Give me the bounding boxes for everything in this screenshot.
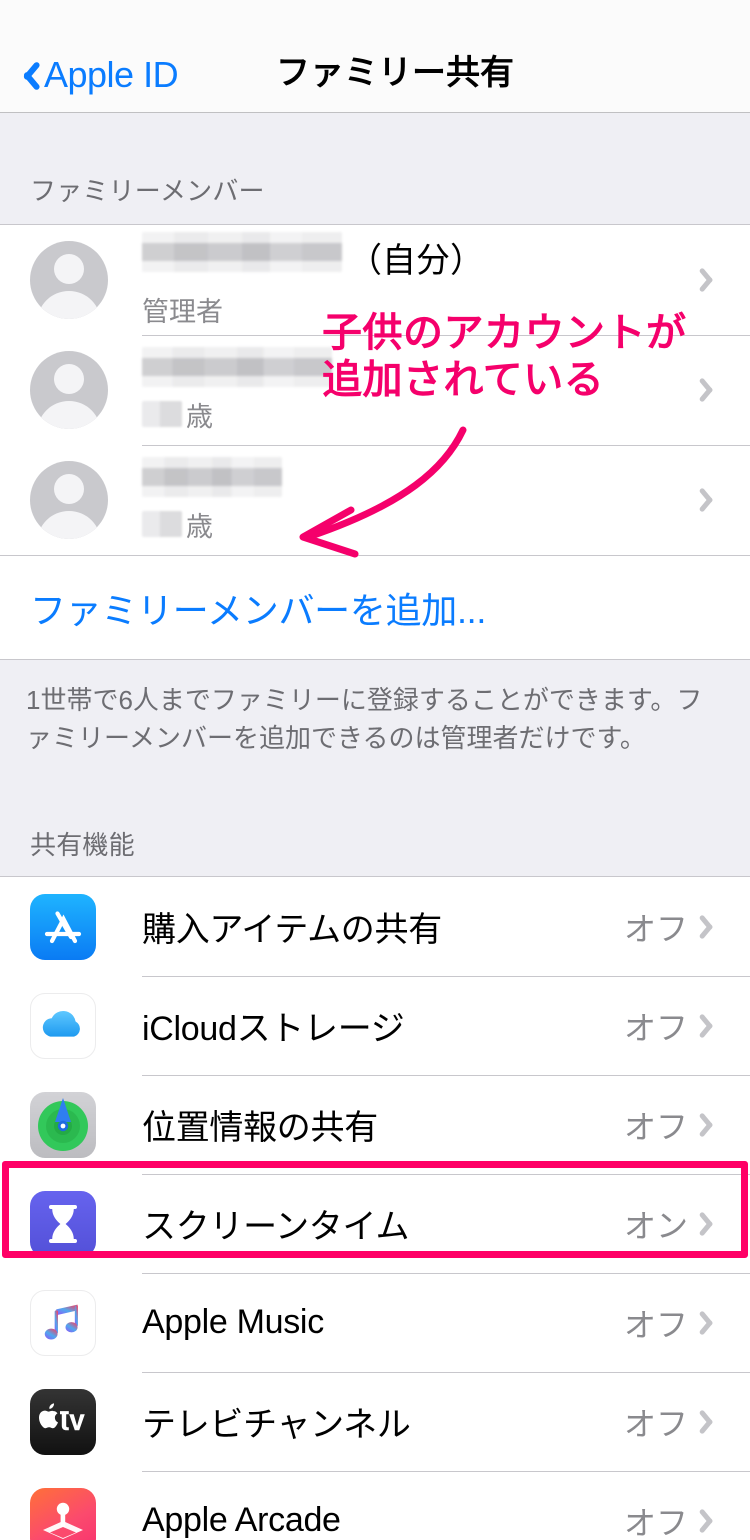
avatar bbox=[30, 241, 108, 319]
chevron-right-icon bbox=[705, 1110, 722, 1140]
row-apple-music[interactable]: Apple Music オフ bbox=[0, 1273, 750, 1373]
avatar-head-shape bbox=[54, 254, 84, 284]
apple-arcade-icon bbox=[30, 1487, 96, 1540]
row-label: iCloudストレージ bbox=[142, 1010, 405, 1049]
apple-tv-icon bbox=[30, 1388, 96, 1455]
row-icloud-storage[interactable]: iCloudストレージ オフ bbox=[0, 976, 750, 1076]
screen-time-icon bbox=[30, 1190, 96, 1257]
shared-features-list: 購入アイテムの共有 オフ iCloudストレージ オフ 位置情報の共有 オフ ス… bbox=[0, 876, 750, 1540]
row-value: オフ bbox=[623, 1405, 688, 1442]
chevron-right-icon bbox=[705, 1011, 722, 1041]
row-label: 購入アイテムの共有 bbox=[142, 911, 442, 950]
redacted-name bbox=[142, 346, 332, 387]
icloud-icon bbox=[30, 992, 96, 1059]
row-value: オフ bbox=[623, 1306, 688, 1343]
avatar-body-shape bbox=[37, 291, 101, 319]
row-value: オン bbox=[623, 1207, 688, 1244]
annotation-arrow bbox=[299, 426, 467, 558]
avatar-head-shape bbox=[54, 364, 84, 394]
row-value: オフ bbox=[623, 1108, 688, 1145]
member-name-line bbox=[142, 346, 332, 387]
chevron-right-icon bbox=[705, 265, 722, 295]
row-value: オフ bbox=[623, 1504, 688, 1540]
row-label: Apple Music bbox=[142, 1303, 324, 1342]
member-name-line: （自分） bbox=[142, 231, 484, 282]
avatar-head-shape bbox=[54, 474, 84, 504]
avatar bbox=[30, 351, 108, 429]
avatar bbox=[30, 461, 108, 539]
shared-features-section-header: 共有機能 bbox=[0, 781, 750, 877]
row-purchase-sharing[interactable]: 購入アイテムの共有 オフ bbox=[0, 877, 750, 977]
chevron-right-icon bbox=[705, 485, 722, 515]
chevron-right-icon bbox=[705, 1506, 722, 1536]
row-label: 位置情報の共有 bbox=[142, 1109, 378, 1148]
chevron-right-icon bbox=[705, 1308, 722, 1338]
page-title: ファミリー共有 bbox=[276, 54, 514, 92]
settings-screen: Apple ID ファミリー共有 ファミリーメンバー （自分） 管理者 歳 歳 … bbox=[0, 0, 750, 1540]
navigation-bar: Apple ID ファミリー共有 bbox=[0, 0, 750, 113]
row-label: テレビチャンネル bbox=[142, 1406, 411, 1445]
avatar-body-shape bbox=[37, 511, 101, 539]
chevron-right-icon bbox=[705, 912, 722, 942]
row-screen-time[interactable]: スクリーンタイム オン bbox=[0, 1174, 750, 1274]
self-tag: （自分） bbox=[348, 241, 484, 280]
apple-music-icon bbox=[30, 1289, 96, 1356]
chevron-right-icon bbox=[705, 1407, 722, 1437]
annotation-text: 子供のアカウントが 追加されている bbox=[322, 311, 687, 403]
family-members-section-header: ファミリーメンバー bbox=[0, 113, 750, 224]
chevron-right-icon bbox=[705, 1209, 722, 1239]
row-apple-arcade[interactable]: Apple Arcade オフ bbox=[0, 1471, 750, 1540]
app-store-icon bbox=[30, 893, 96, 960]
redacted-age bbox=[142, 511, 182, 537]
find-my-icon bbox=[30, 1091, 96, 1158]
row-value: オフ bbox=[623, 1009, 688, 1046]
family-members-section-footer: 1世帯で6人までファミリーに登録することができます。ファミリーメンバーを追加でき… bbox=[0, 660, 750, 782]
row-label: スクリーンタイム bbox=[142, 1208, 410, 1247]
chevron-right-icon bbox=[705, 375, 722, 405]
avatar-body-shape bbox=[37, 401, 101, 429]
row-label: Apple Arcade bbox=[142, 1501, 341, 1540]
row-value: オフ bbox=[623, 910, 688, 947]
redacted-age bbox=[142, 401, 182, 427]
row-tv-channels[interactable]: テレビチャンネル オフ bbox=[0, 1372, 750, 1472]
redacted-name bbox=[142, 231, 342, 272]
row-location-sharing[interactable]: 位置情報の共有 オフ bbox=[0, 1075, 750, 1175]
